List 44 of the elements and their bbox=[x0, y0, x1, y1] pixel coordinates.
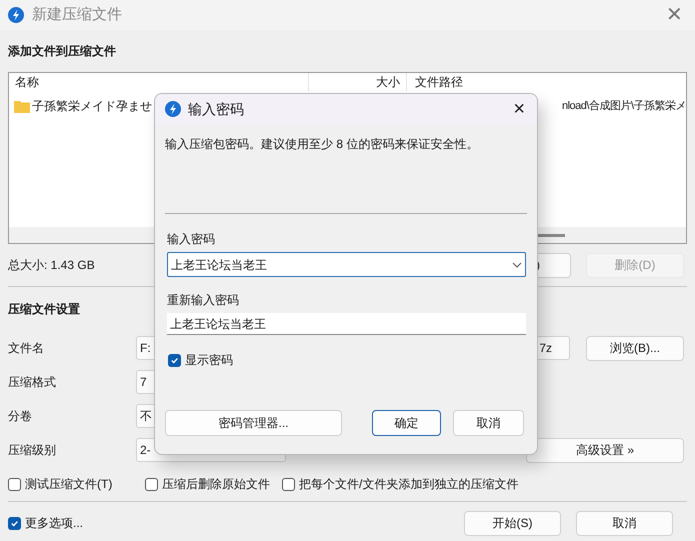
password-field[interactable]: 上老王论坛当老王 bbox=[167, 252, 526, 277]
checkbox[interactable] bbox=[8, 478, 21, 490]
close-icon[interactable]: × bbox=[513, 99, 525, 119]
field-label: 输入密码 bbox=[167, 231, 215, 248]
checkbox[interactable] bbox=[168, 354, 181, 366]
folder-icon bbox=[14, 99, 30, 113]
option-label[interactable]: 显示密码 bbox=[185, 351, 233, 369]
option-label[interactable]: 把每个文件/文件夹添加到独立的压缩文件 bbox=[299, 475, 518, 493]
dialog-button[interactable]: 取消 bbox=[453, 410, 524, 436]
field-label: 文件名 bbox=[8, 340, 45, 357]
field-label: 重新输入密码 bbox=[167, 292, 239, 309]
dialog-button[interactable]: 密码管理器... bbox=[165, 410, 342, 436]
section-title: 添加文件到压缩文件 bbox=[8, 43, 116, 60]
field-label: 分卷 bbox=[8, 408, 33, 425]
checkbox[interactable] bbox=[282, 478, 295, 490]
checkmark-icon bbox=[10, 518, 19, 528]
checkbox[interactable] bbox=[145, 478, 158, 490]
app-logo-icon bbox=[8, 7, 24, 23]
settings-button[interactable]: 高级设置 » bbox=[526, 438, 684, 462]
file-path: nload\合成图片\子孫繁栄メ bbox=[562, 98, 686, 114]
dialog-message: 输入压缩包密码。建议使用至少 8 位的密码来保证安全性。 bbox=[165, 136, 478, 153]
window-title: 新建压缩文件 bbox=[32, 4, 122, 25]
checkmark-icon bbox=[170, 356, 179, 364]
option-label[interactable]: 压缩后删除原始文件 bbox=[162, 475, 270, 493]
dialog-button[interactable]: 取消 bbox=[576, 510, 673, 536]
column-header[interactable]: 名称 bbox=[9, 72, 309, 90]
total-size: 总大小: 1.43 GB bbox=[8, 257, 95, 274]
dialog-title: 输入密码 bbox=[188, 100, 244, 118]
dialog-button[interactable]: 确定 bbox=[372, 410, 441, 436]
option-label[interactable]: 测试压缩文件(T) bbox=[25, 475, 112, 493]
app-logo-icon bbox=[165, 101, 181, 117]
column-header[interactable]: 大小 bbox=[309, 72, 407, 90]
chevron-down-icon[interactable] bbox=[512, 262, 522, 268]
file-name: 子孫繁栄メイド孕ませ bbox=[32, 98, 152, 115]
checkbox[interactable] bbox=[8, 516, 21, 530]
settings-button[interactable]: 浏览(B)... bbox=[586, 336, 684, 360]
field-label: 压缩级别 bbox=[8, 442, 57, 459]
confirm-password-field[interactable]: 上老王论坛当老王 bbox=[167, 313, 526, 335]
field-label: 压缩格式 bbox=[8, 374, 57, 391]
close-icon[interactable]: ✕ bbox=[666, 5, 695, 25]
section-title: 压缩文件设置 bbox=[8, 301, 80, 318]
option-label[interactable]: 更多选项... bbox=[25, 514, 84, 532]
column-header[interactable]: 文件路径 bbox=[407, 72, 463, 90]
dialog-button[interactable]: 开始(S) bbox=[464, 510, 561, 536]
